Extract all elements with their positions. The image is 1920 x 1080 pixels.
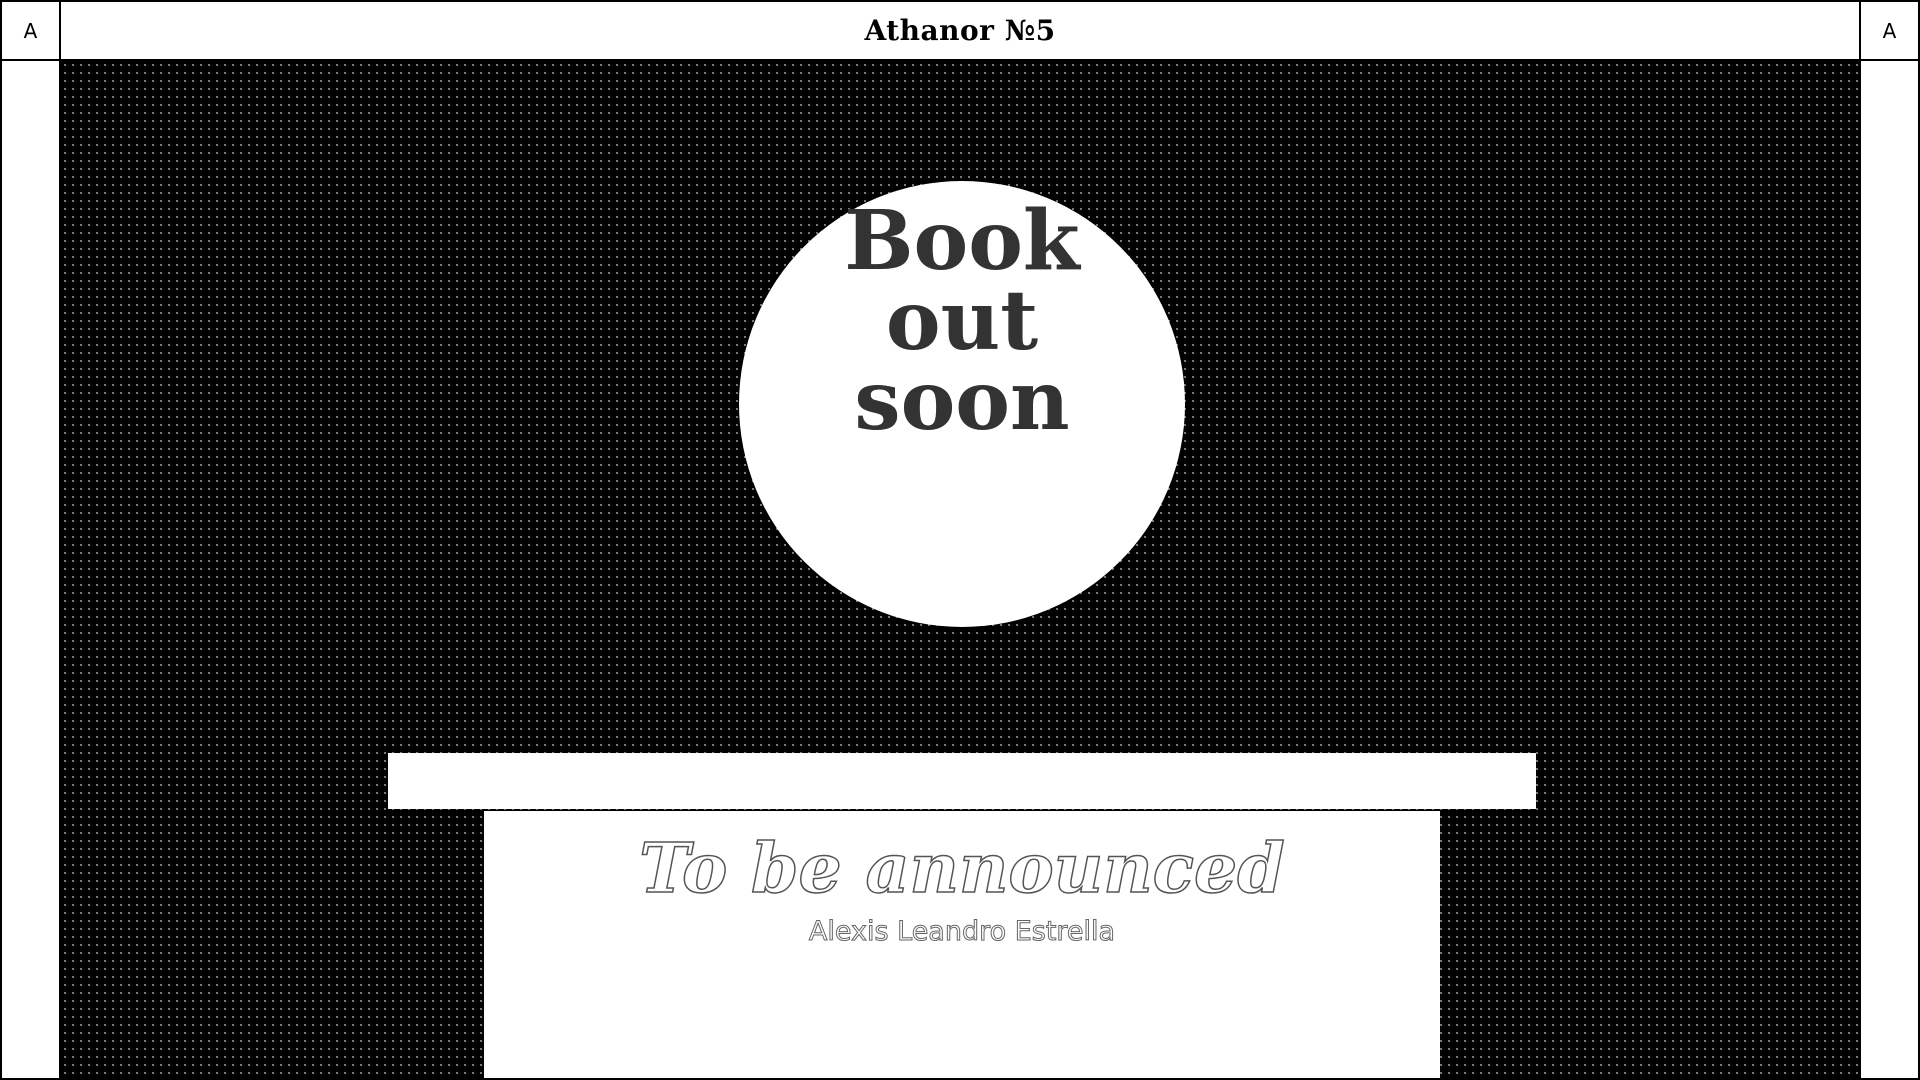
- page-title: Athanor №5: [864, 14, 1056, 47]
- book-promo-line: Book: [844, 193, 1080, 289]
- left-rail: [2, 61, 61, 1078]
- book-promo-line: soon: [854, 353, 1070, 449]
- announcement-title: To be announced: [638, 828, 1285, 910]
- right-corner-button[interactable]: A: [1859, 2, 1918, 59]
- book-promo-circle[interactable]: Book out soon: [739, 181, 1185, 627]
- header-bar: A Athanor №5 A: [2, 2, 1918, 61]
- right-rail: [1859, 61, 1918, 1078]
- author-name-link[interactable]: Alexis Leandro Estrella: [484, 915, 1440, 949]
- white-banner-bar: [388, 753, 1536, 809]
- announcement-card: To be announced Alexis Leandro Estrella: [484, 811, 1440, 1078]
- book-promo-text: Book out soon: [844, 193, 1080, 627]
- page-frame: A Athanor №5 A Book out soon To be annou…: [0, 0, 1920, 1080]
- left-corner-button[interactable]: A: [2, 2, 61, 59]
- dotted-stage: Book out soon To be announced Alexis Lea…: [61, 61, 1859, 1078]
- book-promo-line: out: [885, 273, 1039, 369]
